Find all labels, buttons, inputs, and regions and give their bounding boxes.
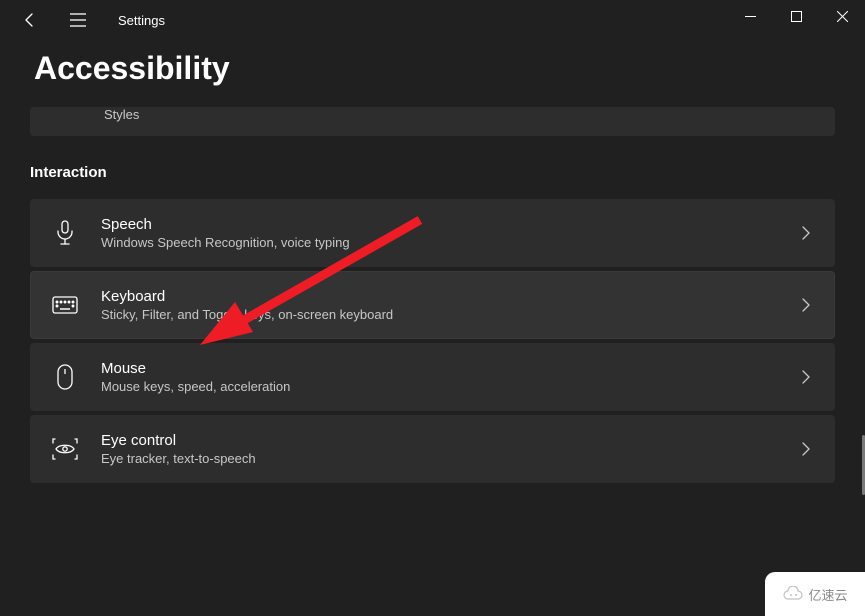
settings-item-speech[interactable]: Speech Windows Speech Recognition, voice…	[30, 199, 835, 267]
minimize-icon	[745, 11, 756, 22]
settings-item-mouse[interactable]: Mouse Mouse keys, speed, acceleration	[30, 343, 835, 411]
maximize-icon	[791, 11, 802, 22]
section-label-interaction: Interaction	[30, 164, 835, 181]
item-title: Speech	[101, 216, 798, 233]
item-title: Eye control	[101, 432, 798, 449]
eye-control-icon	[51, 435, 79, 463]
close-button[interactable]	[819, 0, 865, 32]
titlebar: Settings	[0, 0, 865, 40]
settings-item-keyboard[interactable]: Keyboard Sticky, Filter, and Toggle keys…	[30, 271, 835, 339]
item-title: Keyboard	[101, 288, 798, 305]
app-title: Settings	[118, 13, 165, 28]
chevron-right-icon	[798, 225, 814, 241]
hamburger-icon	[70, 13, 86, 27]
watermark: 亿速云	[765, 572, 865, 616]
chevron-right-icon	[798, 297, 814, 313]
chevron-right-icon	[798, 369, 814, 385]
keyboard-icon	[51, 291, 79, 319]
window-controls	[727, 0, 865, 32]
arrow-left-icon	[22, 12, 38, 28]
partial-card[interactable]: Styles	[30, 107, 835, 136]
watermark-text: 亿速云	[808, 585, 847, 604]
partial-card-subtitle: Styles	[104, 107, 815, 122]
maximize-button[interactable]	[773, 0, 819, 32]
mouse-icon	[51, 363, 79, 391]
page-title: Accessibility	[0, 40, 865, 107]
microphone-icon	[51, 219, 79, 247]
content-area: Styles Interaction Speech Windows Speech…	[0, 107, 865, 483]
item-subtitle: Sticky, Filter, and Toggle keys, on-scre…	[101, 307, 798, 322]
item-subtitle: Eye tracker, text-to-speech	[101, 451, 798, 466]
minimize-button[interactable]	[727, 0, 773, 32]
settings-item-eye-control[interactable]: Eye control Eye tracker, text-to-speech	[30, 415, 835, 483]
back-button[interactable]	[20, 10, 40, 30]
chevron-right-icon	[798, 441, 814, 457]
cloud-icon	[782, 586, 804, 602]
item-title: Mouse	[101, 360, 798, 377]
menu-button[interactable]	[68, 10, 88, 30]
item-subtitle: Windows Speech Recognition, voice typing	[101, 235, 798, 250]
item-subtitle: Mouse keys, speed, acceleration	[101, 379, 798, 394]
close-icon	[837, 11, 848, 22]
